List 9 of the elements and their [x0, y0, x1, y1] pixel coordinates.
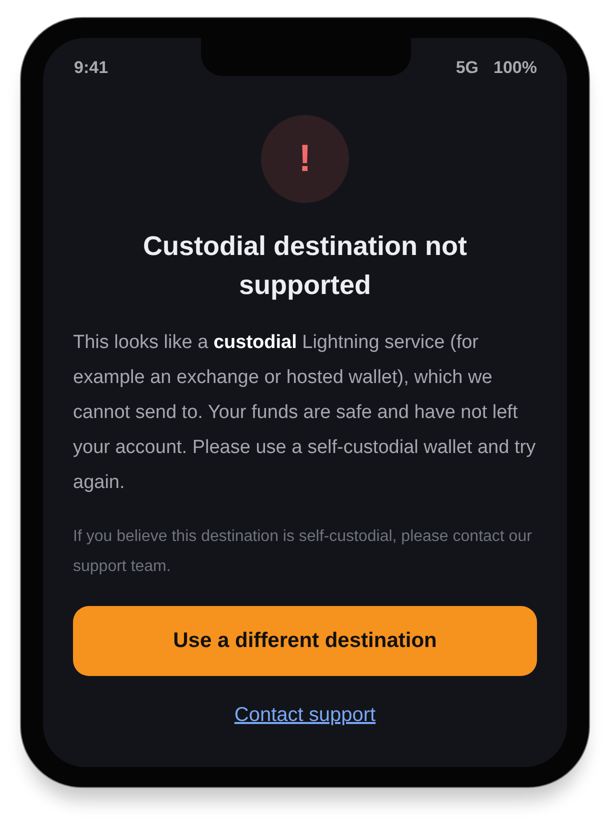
status-time: 9:41 — [74, 58, 108, 78]
warning-icon: ! — [261, 115, 349, 203]
alert-message: This looks like a custodial Lightning service (for example an exchange or hosted wallet), which we cannot send to. Your funds are safe and have not left your account. Please use a self-custodial wallet and try again. — [73, 331, 537, 495]
alert-title: Custodial destination not supported — [142, 230, 468, 302]
support-note: If you believe this destination is self-custodial, please contact our support team. — [73, 527, 533, 577]
network-indicator: 5G — [456, 58, 479, 78]
contact-support-link[interactable]: Contact support — [234, 704, 376, 727]
battery-level: 100% — [494, 58, 537, 78]
different-destination-button[interactable]: Use a different destination — [73, 606, 537, 676]
